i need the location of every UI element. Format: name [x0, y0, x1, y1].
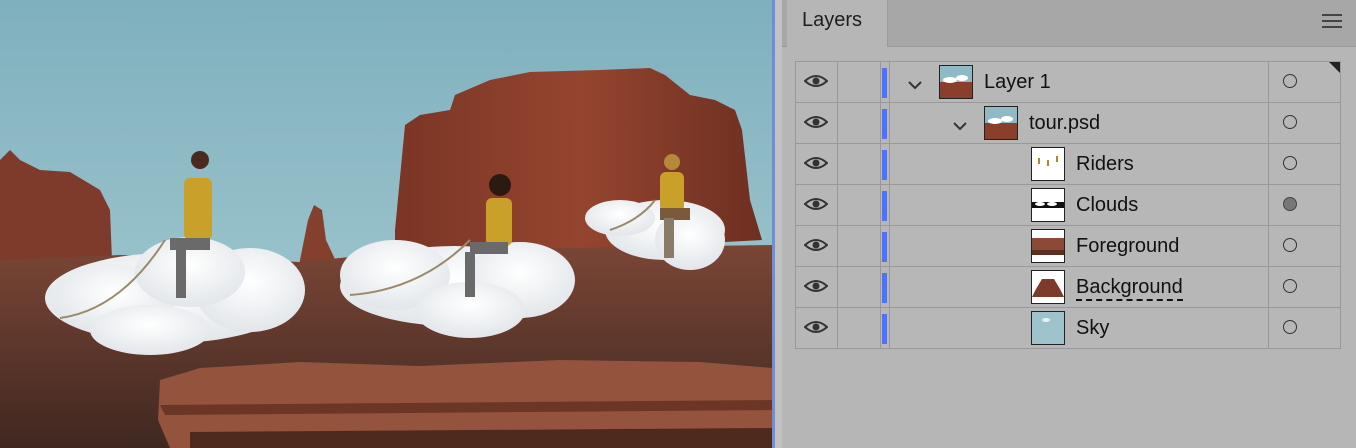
visibility-toggle[interactable] — [796, 103, 838, 143]
tab-layers-label: Layers — [802, 9, 863, 31]
layer-color-bar — [882, 68, 887, 98]
chevron-down-icon[interactable] — [953, 118, 967, 131]
selection-corner-icon — [1329, 62, 1340, 73]
lock-toggle[interactable] — [838, 226, 881, 266]
layer-name: Background — [1076, 276, 1183, 301]
composite-artwork — [0, 0, 772, 448]
layer-name-cell[interactable]: tour.psd — [889, 103, 1269, 143]
eye-icon — [803, 114, 829, 130]
lock-toggle[interactable] — [838, 267, 881, 307]
eye-icon — [803, 237, 829, 253]
layer-row-riders[interactable]: Riders — [795, 144, 1341, 185]
target-circle-icon[interactable] — [1283, 115, 1297, 129]
tab-layers[interactable]: Layers — [787, 0, 888, 47]
layer-color-bar — [882, 232, 887, 262]
target-circle-icon[interactable] — [1283, 156, 1297, 170]
layer-row-tour-psd[interactable]: tour.psd — [795, 103, 1341, 144]
panel-tab-bar: Layers — [782, 0, 1356, 47]
layer-name: Foreground — [1076, 235, 1180, 257]
visibility-toggle[interactable] — [796, 267, 838, 307]
layer-color-bar — [882, 273, 887, 303]
layer-row-background[interactable]: Background — [795, 267, 1341, 308]
layer-color-bar — [882, 314, 887, 344]
layer-name: Riders — [1076, 153, 1134, 175]
lock-toggle[interactable] — [838, 103, 881, 143]
layer-row-foreground[interactable]: Foreground — [795, 226, 1341, 267]
layer-row-sky[interactable]: Sky — [795, 308, 1341, 349]
layer-list: Layer 1 tour.psd Riders Clouds Foreground Bac… — [795, 61, 1341, 349]
layer-color-bar — [882, 191, 887, 221]
chevron-down-icon[interactable] — [908, 77, 922, 90]
lock-toggle[interactable] — [838, 308, 881, 348]
visibility-toggle[interactable] — [796, 308, 838, 348]
layer-thumbnail[interactable] — [1031, 147, 1065, 181]
target-filled-icon[interactable] — [1283, 197, 1297, 211]
target-circle-icon[interactable] — [1283, 320, 1297, 334]
layer-name-cell[interactable]: Layer 1 — [889, 62, 1269, 102]
target-cell[interactable] — [1269, 226, 1340, 266]
layer-color-bar — [882, 109, 887, 139]
layer-thumbnail[interactable] — [1031, 229, 1065, 263]
eye-icon — [803, 196, 829, 212]
layer-name-cell[interactable]: Riders — [889, 144, 1269, 184]
target-cell[interactable] — [1269, 185, 1340, 225]
panel-gutter — [775, 0, 782, 448]
target-circle-icon[interactable] — [1283, 74, 1297, 88]
layer-thumbnail[interactable] — [1031, 188, 1065, 222]
layer-name: Clouds — [1076, 194, 1139, 216]
eye-icon — [803, 278, 829, 294]
layer-row-clouds[interactable]: Clouds — [795, 185, 1341, 226]
target-cell[interactable] — [1269, 144, 1340, 184]
lock-toggle[interactable] — [838, 144, 881, 184]
visibility-toggle[interactable] — [796, 226, 838, 266]
artboard-canvas[interactable] — [0, 0, 772, 448]
target-cell[interactable] — [1269, 267, 1340, 307]
layer-color-bar — [882, 150, 887, 180]
layer-thumbnail[interactable] — [939, 65, 973, 99]
layer-name-cell[interactable]: Clouds — [889, 185, 1269, 225]
target-cell[interactable] — [1269, 62, 1340, 102]
hamburger-menu-icon[interactable] — [1322, 14, 1342, 30]
target-circle-icon[interactable] — [1283, 279, 1297, 293]
lock-toggle[interactable] — [838, 62, 881, 102]
eye-icon — [803, 155, 829, 171]
eye-icon — [803, 319, 829, 335]
layer-name-cell[interactable]: Foreground — [889, 226, 1269, 266]
visibility-toggle[interactable] — [796, 62, 838, 102]
visibility-toggle[interactable] — [796, 144, 838, 184]
eye-icon — [803, 73, 829, 89]
layer-thumbnail[interactable] — [1031, 270, 1065, 304]
layer-name: Layer 1 — [984, 71, 1051, 93]
target-cell[interactable] — [1269, 103, 1340, 143]
lock-toggle[interactable] — [838, 185, 881, 225]
target-cell[interactable] — [1269, 308, 1340, 348]
layer-row-layer-1[interactable]: Layer 1 — [795, 62, 1341, 103]
visibility-toggle[interactable] — [796, 185, 838, 225]
layer-name-cell[interactable]: Background — [889, 267, 1269, 307]
layer-name: Sky — [1076, 317, 1110, 339]
layer-thumbnail[interactable] — [1031, 311, 1065, 345]
layer-thumbnail[interactable] — [984, 106, 1018, 140]
layers-panel: Layers Layer 1 tour.psd Riders Clouds Foregr… — [782, 0, 1356, 448]
layer-name-cell[interactable]: Sky — [889, 308, 1269, 348]
target-circle-icon[interactable] — [1283, 238, 1297, 252]
layer-name: tour.psd — [1029, 112, 1101, 134]
